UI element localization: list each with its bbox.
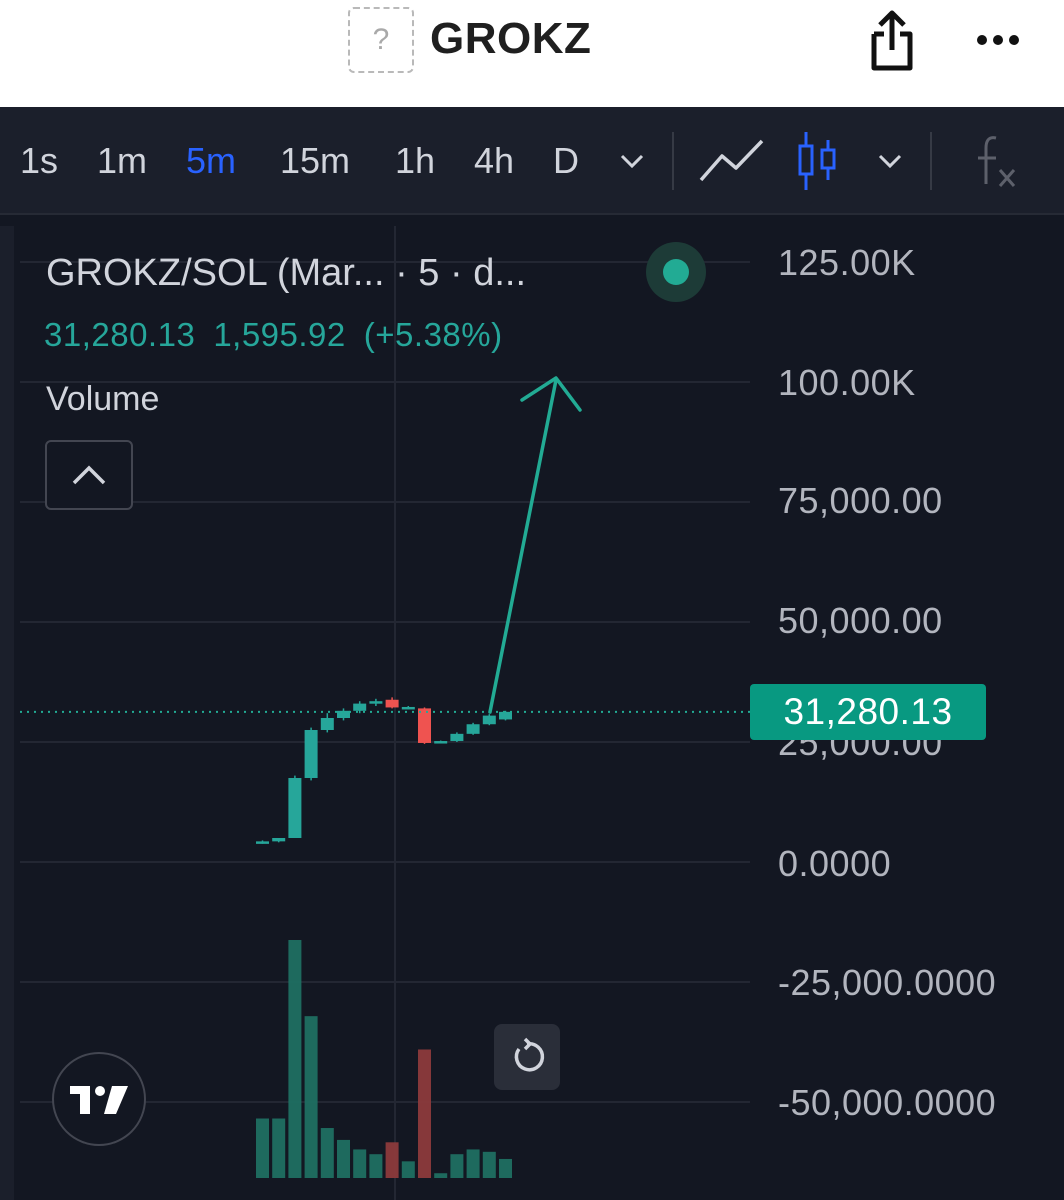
candle-body	[272, 838, 286, 842]
candle-body	[385, 699, 399, 708]
volume-bar	[256, 1118, 269, 1178]
volume-bar	[418, 1049, 431, 1178]
volume-bar	[466, 1149, 480, 1178]
price-axis-label: 0.0000	[778, 843, 892, 884]
market-status-indicator[interactable]	[646, 242, 706, 302]
price-axis-label: 125.00K	[778, 242, 916, 283]
legend-price: 31,280.13	[44, 316, 196, 353]
drawn-arrow-shaft	[488, 378, 558, 714]
volume-bar	[304, 1016, 318, 1178]
volume-bar	[353, 1149, 367, 1178]
reset-rotate-icon	[514, 1037, 545, 1072]
volume-bar	[337, 1139, 350, 1178]
candle-body	[466, 724, 480, 734]
volume-bar	[385, 1142, 399, 1178]
candle-body	[450, 733, 464, 742]
candle-body	[353, 703, 367, 711]
volume-bar	[369, 1154, 383, 1178]
collapse-legend-button[interactable]	[45, 440, 133, 510]
candle-body	[434, 741, 448, 744]
current-price-tag: 31,280.13	[750, 684, 986, 740]
reset-chart-button[interactable]	[494, 1024, 560, 1090]
candle-body	[256, 841, 269, 844]
volume-bar	[499, 1158, 512, 1178]
legend-change-pct: (+5.38%)	[363, 316, 503, 353]
symbol-legend-title[interactable]: GROKZ/SOL (Mar... · 5 · d...	[46, 252, 526, 295]
price-axis-label: 100.00K	[778, 362, 916, 403]
candle-body	[288, 778, 302, 838]
candle-body	[499, 711, 512, 720]
price-axis-label: -50,000.0000	[778, 1082, 997, 1123]
legend-change: 1,595.92	[213, 316, 346, 353]
tradingview-logo-icon	[70, 1086, 128, 1114]
volume-bar	[272, 1118, 286, 1178]
candle-body	[482, 715, 496, 725]
volume-bar	[401, 1161, 415, 1178]
candle-body	[418, 708, 431, 743]
volume-bar	[320, 1128, 334, 1178]
price-axis-label: 75,000.00	[778, 480, 943, 521]
chevron-up-icon	[72, 465, 106, 485]
candle-body	[369, 701, 383, 704]
candle-body	[304, 730, 318, 778]
volume-indicator-label[interactable]: Volume	[46, 380, 159, 419]
price-axis-label: -25,000.0000	[778, 962, 997, 1003]
volume-bar	[288, 940, 302, 1178]
price-axis-label: 50,000.00	[778, 600, 943, 641]
legend-values: 31,280.13 1,595.92 (+5.38%)	[44, 316, 521, 354]
volume-bar	[434, 1173, 448, 1178]
volume-bar	[482, 1151, 496, 1178]
candle-body	[320, 718, 334, 730]
volume-bar	[450, 1154, 464, 1178]
candle-body	[401, 706, 415, 710]
tradingview-logo[interactable]	[52, 1052, 146, 1146]
status-dot-icon	[663, 259, 689, 285]
